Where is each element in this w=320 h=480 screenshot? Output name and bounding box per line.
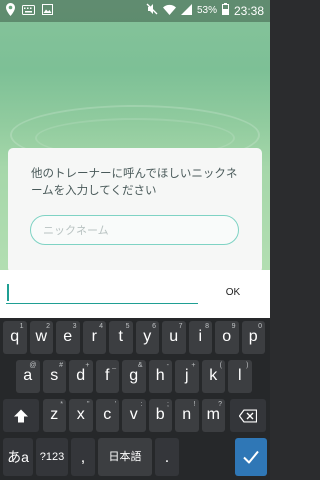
text-entry-bar: OK <box>0 270 270 318</box>
key-z[interactable]: * z <box>42 399 66 432</box>
key-q[interactable]: 1q <box>3 321 27 354</box>
nickname-input[interactable] <box>30 215 239 245</box>
clock: 23:38 <box>233 3 264 18</box>
key-n[interactable]: ! n <box>175 399 199 432</box>
key-t[interactable]: 5t <box>109 321 133 354</box>
text-entry-field[interactable] <box>6 282 198 304</box>
key-x[interactable]: " x <box>69 399 93 432</box>
key-o[interactable]: 9o <box>215 321 239 354</box>
key-u[interactable]: 7u <box>162 321 186 354</box>
period-key[interactable]: . <box>155 438 179 476</box>
shift-key[interactable] <box>3 399 39 432</box>
ok-button[interactable]: OK <box>215 283 251 303</box>
symbols-key[interactable]: ?123 <box>36 438 68 476</box>
battery-icon <box>221 3 229 18</box>
backspace-key[interactable] <box>230 399 266 432</box>
dialog-prompt: 他のトレーナーに呼んでほしいニックネームを入力してください <box>31 166 238 197</box>
key-h[interactable]: -h <box>148 360 172 393</box>
key-v[interactable]: :v <box>122 399 146 432</box>
key-p[interactable]: 0p <box>241 321 265 354</box>
key-y[interactable]: 6y <box>135 321 159 354</box>
mute-icon <box>146 3 158 18</box>
battery-percent: 53% <box>196 5 217 16</box>
text-caret <box>7 284 9 301</box>
key-j[interactable]: + j <box>175 360 199 393</box>
key-f[interactable]: _ f <box>95 360 119 393</box>
signal-icon <box>180 3 192 18</box>
key-e[interactable]: 3e <box>56 321 80 354</box>
key-l[interactable]: ) l <box>228 360 252 393</box>
key-c[interactable]: ' c <box>95 399 119 432</box>
key-k[interactable]: (k <box>201 360 225 393</box>
image-icon <box>42 4 53 18</box>
space-key[interactable]: 日本語 <box>98 438 152 476</box>
language-toggle-key[interactable]: あa <box>3 438 33 476</box>
key-a[interactable]: @ a <box>16 360 40 393</box>
key-r[interactable]: 4r <box>82 321 106 354</box>
status-bar: 53% 23:38 <box>0 0 270 22</box>
soft-keyboard: 1q 2w 3e 4r 5t 6y 7u 8i 9o 0p @ a # s + d _… <box>0 318 270 480</box>
key-b[interactable]: ; b <box>148 399 172 432</box>
key-g[interactable]: & g <box>122 360 146 393</box>
key-w[interactable]: 2w <box>29 321 53 354</box>
keyboard-spacer <box>182 438 232 476</box>
wifi-icon <box>162 4 176 18</box>
location-pin-icon <box>6 3 15 19</box>
enter-key[interactable] <box>235 438 267 476</box>
comma-key[interactable]: , <box>71 438 95 476</box>
key-s[interactable]: # s <box>42 360 66 393</box>
nickname-dialog: 他のトレーナーに呼んでほしいニックネームを入力してください <box>8 148 262 273</box>
key-i[interactable]: 8i <box>188 321 212 354</box>
key-m[interactable]: ? m <box>201 399 225 432</box>
keyboard-icon <box>22 4 35 18</box>
key-d[interactable]: + d <box>69 360 93 393</box>
